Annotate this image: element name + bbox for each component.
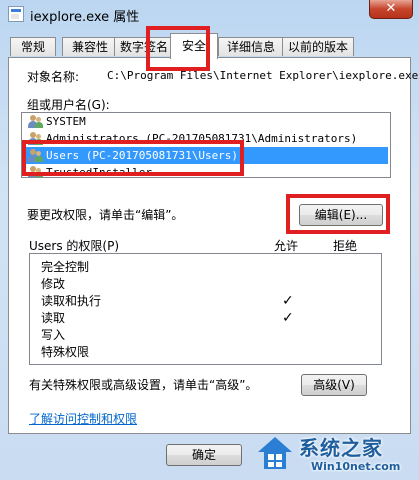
permission-name: 读取和执行: [41, 294, 102, 308]
permission-row: 读取和执行 ✓: [41, 293, 371, 310]
user-group-icon: [28, 149, 44, 163]
permission-name: 完全控制: [41, 260, 90, 274]
permission-row: 修改: [41, 276, 371, 293]
permission-name: 特殊权限: [41, 345, 90, 359]
tab-previous-versions[interactable]: 以前的版本: [282, 37, 354, 56]
watermark: 系统之家 Win10net.com: [255, 432, 415, 478]
list-item[interactable]: Administrators (PC-201705081731\Administ…: [24, 130, 388, 147]
permission-row: 完全控制: [41, 259, 371, 276]
advanced-button[interactable]: 高级(V): [301, 374, 367, 396]
watermark-logo-icon: [258, 437, 292, 469]
properties-dialog: iexplore.exe 属性 ✕ 常规 兼容性 数字签名 安全 详细信息 以前…: [0, 0, 419, 480]
object-name-label: 对象名称:: [27, 70, 80, 84]
edit-button[interactable]: 编辑(E)...: [299, 204, 383, 226]
tab-security[interactable]: 安全: [170, 33, 218, 59]
allow-check-icon: ✓: [282, 293, 294, 309]
tab-general[interactable]: 常规: [10, 37, 56, 56]
list-item[interactable]: SYSTEM: [24, 113, 388, 130]
list-item[interactable]: TrustedInstaller: [24, 164, 388, 178]
tab-compatibility[interactable]: 兼容性: [62, 37, 118, 56]
user-group-icon: [28, 115, 44, 129]
watermark-url: Win10net.com: [311, 460, 401, 473]
window-title: iexplore.exe 属性: [30, 10, 140, 25]
list-item-selected[interactable]: Users (PC-201705081731\Users): [24, 147, 388, 164]
user-group-icon: [28, 166, 44, 177]
object-name-value: C:\Program Files\Internet Explorer\iexpl…: [107, 69, 419, 82]
tab-details[interactable]: 详细信息: [218, 37, 284, 56]
user-name: Administrators (PC-201705081731\Administ…: [46, 132, 358, 145]
ok-button[interactable]: 确定: [166, 444, 242, 466]
tab-digital-signatures[interactable]: 数字签名: [114, 37, 174, 56]
permission-name: 读取: [41, 311, 66, 325]
permission-name: 写入: [41, 328, 66, 342]
learn-access-control-link[interactable]: 了解访问控制和权限: [29, 410, 137, 427]
title-bar[interactable]: iexplore.exe 属性 ✕: [0, 0, 419, 30]
change-permissions-text: 要更改权限，请单击“编辑”。: [27, 208, 184, 222]
permission-row: 读取 ✓: [41, 310, 371, 327]
close-button[interactable]: ✕: [369, 0, 413, 19]
permission-name: 修改: [41, 277, 66, 291]
groups-label: 组或用户名(G):: [27, 98, 110, 112]
allow-header: 允许: [274, 239, 299, 253]
users-listbox[interactable]: SYSTEM Administrators (PC-201705081731\A…: [21, 112, 391, 178]
tab-bar: 常规 兼容性 数字签名 安全 详细信息 以前的版本: [8, 33, 411, 59]
deny-header: 拒绝: [333, 239, 358, 253]
watermark-title: 系统之家: [299, 436, 383, 460]
permissions-list: 完全控制 修改 读取和执行 ✓ 读取 ✓ 写入 特殊权限: [29, 253, 382, 365]
allow-check-icon: ✓: [282, 310, 294, 326]
user-name: TrustedInstaller: [46, 166, 152, 178]
advanced-text: 有关特殊权限或高级设置，请单击“高级”。: [29, 378, 258, 392]
user-group-icon: [28, 132, 44, 146]
user-name: SYSTEM: [46, 115, 86, 128]
permissions-label: Users 的权限(P): [29, 239, 120, 253]
app-icon: [8, 6, 24, 22]
user-name: Users (PC-201705081731\Users): [46, 149, 239, 162]
permission-row: 特殊权限: [41, 344, 371, 361]
permission-row: 写入: [41, 327, 371, 344]
